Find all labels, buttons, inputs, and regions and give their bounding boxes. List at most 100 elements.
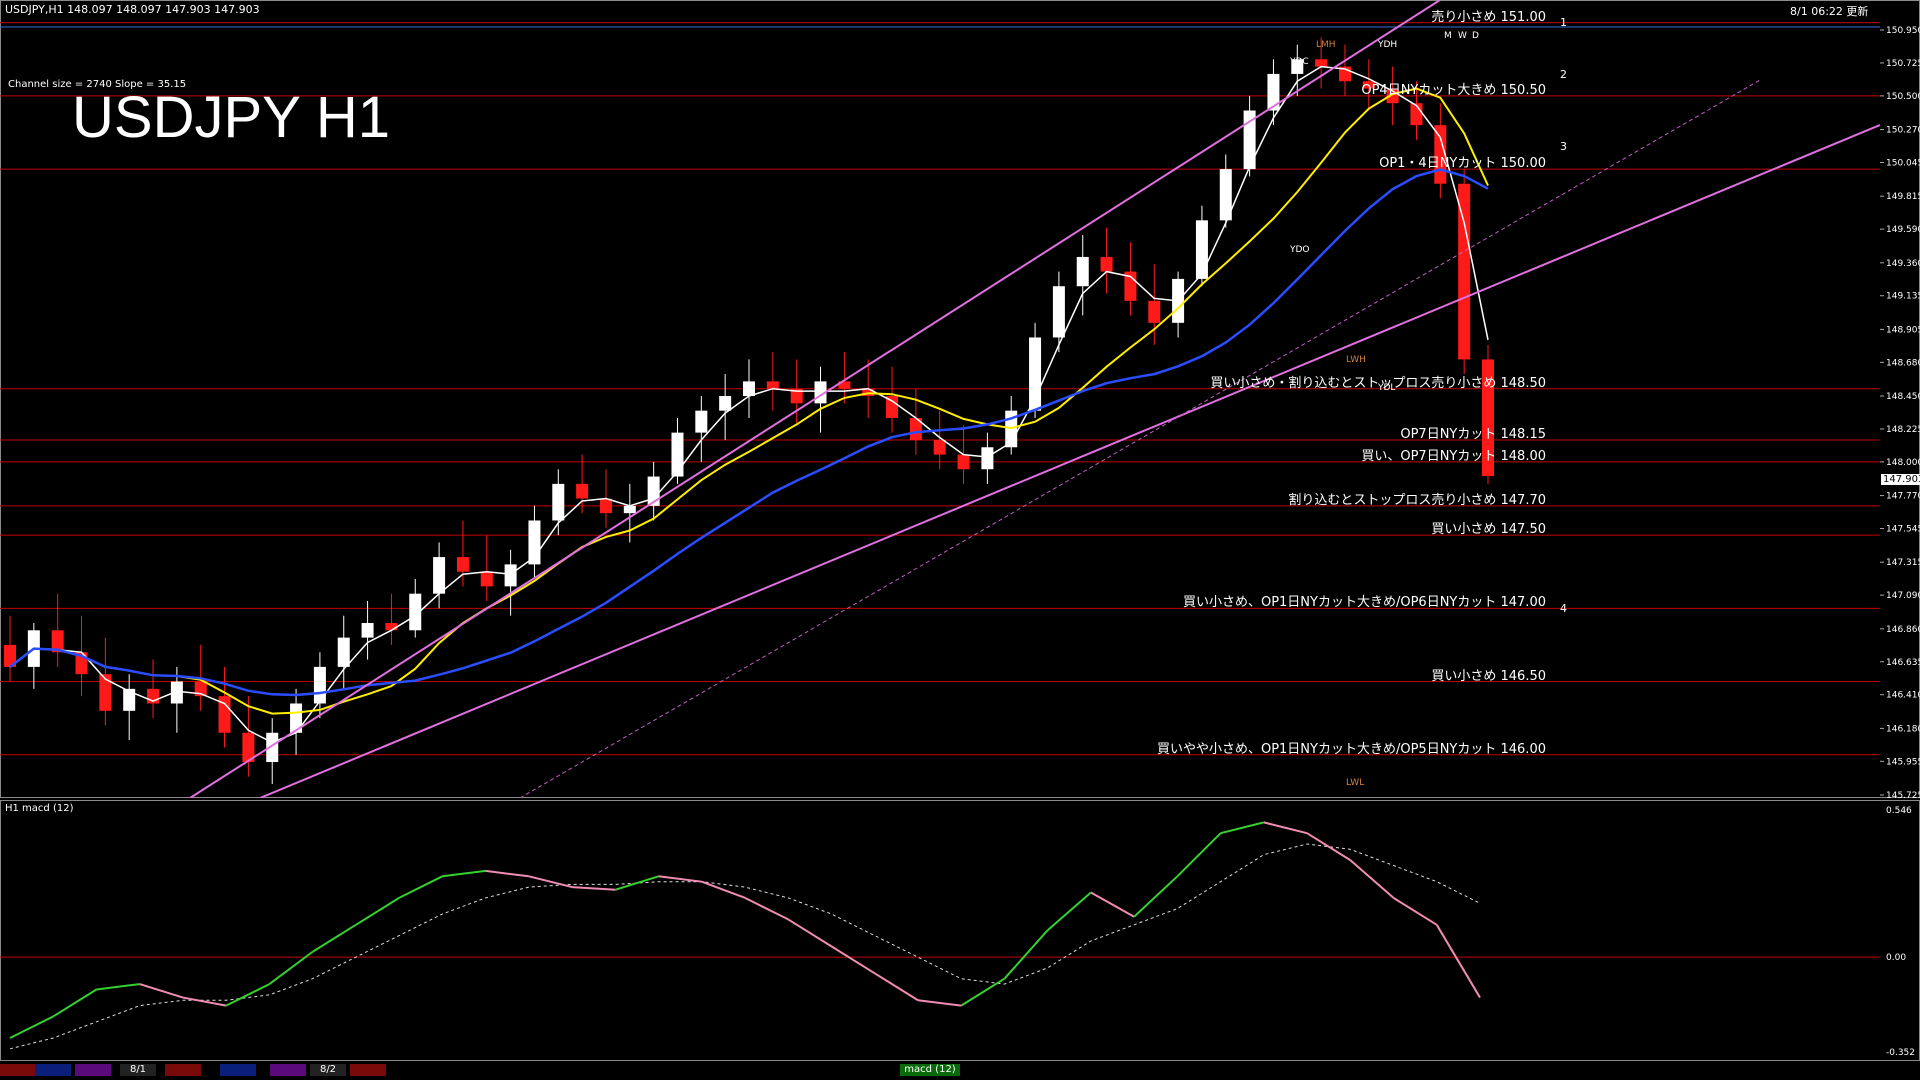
macd-segment <box>355 897 400 926</box>
ma-long-line <box>9 168 1489 697</box>
price-tick-label: 146.860 <box>1886 625 1920 635</box>
candle-body <box>552 483 565 521</box>
tab-4[interactable] <box>165 1064 201 1076</box>
price-tick-label: 146.635 <box>1886 658 1920 668</box>
candle-body <box>599 498 612 514</box>
price-tick-label: 146.180 <box>1886 724 1920 734</box>
macd-segment <box>787 918 832 948</box>
macd-segment <box>1220 821 1265 835</box>
macd-segment <box>268 950 314 985</box>
macd-tick-label: -0.352 <box>1886 1048 1915 1058</box>
price-tick-label: 150.270 <box>1886 126 1920 136</box>
price-tick-label: 150.045 <box>1886 159 1920 169</box>
price-tick-label: 145.725 <box>1886 791 1920 798</box>
macd-tick-label: 0.546 <box>1886 806 1912 816</box>
tab-3[interactable]: 8/1 <box>120 1064 156 1076</box>
candle-body <box>1267 73 1280 111</box>
candle-body <box>743 381 755 397</box>
candle-body <box>766 381 779 389</box>
price-tick-label: 146.410 <box>1886 691 1920 701</box>
macd-segment <box>614 875 659 891</box>
tab-0[interactable] <box>0 1064 36 1076</box>
level-label: 買い小さめ 146.50 <box>1431 668 1546 684</box>
candle-body <box>981 447 994 470</box>
macd-segment <box>1046 891 1092 931</box>
tab-2[interactable] <box>75 1064 111 1076</box>
macd-segment <box>1003 929 1049 980</box>
candle-body <box>1052 286 1065 338</box>
price-tick-label: 145.955 <box>1886 757 1920 767</box>
price-tick-label: 150.950 <box>1886 26 1920 36</box>
macd-segment <box>1435 924 1481 999</box>
tab-8[interactable] <box>350 1064 386 1076</box>
price-tick-label: 147.545 <box>1886 525 1920 535</box>
candle-body <box>1315 59 1328 67</box>
level-label: OP1・4日NYカット 150.00 <box>1379 156 1546 172</box>
candle-body <box>433 557 446 594</box>
macd-segment <box>1176 832 1222 878</box>
macd-segment <box>1090 891 1135 918</box>
candle-body <box>623 505 636 514</box>
marker-ydh: YDH <box>1377 40 1397 50</box>
chart-title: USDJPY H1 <box>72 85 391 150</box>
macd-title: H1 macd (12) <box>5 803 74 814</box>
macd-segment <box>744 896 789 921</box>
channel-number: 3 <box>1560 140 1567 153</box>
price-tick-label: 149.590 <box>1886 225 1920 235</box>
macd-segment <box>52 988 97 1018</box>
macd-segment <box>1349 859 1395 899</box>
candle-body <box>313 666 326 704</box>
candle-body <box>123 688 136 711</box>
level-label: 買いやや小さめ、OP1日NYカット大きめ/OP5日NYカット 146.00 <box>1156 741 1546 757</box>
macd-segment <box>225 983 270 1007</box>
macd-segment <box>1306 832 1351 861</box>
level-label: 買い小さめ・割り込むとストップロス売り小さめ 148.50 <box>1210 375 1546 391</box>
tab-9[interactable]: macd (12) <box>900 1064 960 1076</box>
macd-segment <box>874 972 919 1002</box>
macd-signal-line <box>9 843 1481 1050</box>
tab-1[interactable] <box>35 1064 71 1076</box>
level-label: 売り小さめ 151.00 <box>1431 9 1546 25</box>
macd-segment <box>485 869 529 878</box>
chart-stage: 1 2 3 4 YDC YDO YDH YDL LMH LWH LWL M W D 150.950 150.… <box>0 0 1920 1080</box>
candle-body <box>576 483 589 499</box>
tab-bar: 8/1 8/2 macd (12) <box>0 1062 1920 1080</box>
macd-segment <box>1133 875 1179 918</box>
macd-segment <box>658 875 702 883</box>
candle-body <box>337 637 350 667</box>
macd-segment <box>312 923 357 953</box>
tab-7[interactable]: 8/2 <box>310 1064 346 1076</box>
channel-line <box>519 79 1761 798</box>
marker-ydc: YDC <box>1289 57 1309 67</box>
price-tick-label: 148.000 <box>1886 458 1920 468</box>
macd-segment <box>701 880 746 899</box>
macd-segment <box>398 875 443 899</box>
macd-segment <box>571 886 616 891</box>
level-label: OP4日NYカット大きめ 150.50 <box>1361 82 1546 98</box>
marker-lmh: LMH <box>1316 40 1336 50</box>
tab-6[interactable] <box>270 1064 306 1076</box>
marker-lwh: LWH <box>1346 355 1366 365</box>
candle-body <box>1100 256 1113 272</box>
level-label: OP7日NYカット 148.15 <box>1400 426 1546 442</box>
level-label: 買い小さめ、OP1日NYカット大きめ/OP6日NYカット 147.00 <box>1182 595 1546 611</box>
tab-5[interactable] <box>220 1064 256 1076</box>
candle-body <box>933 439 946 455</box>
channel-number: 2 <box>1560 68 1567 81</box>
level-label: 割り込むとストップロス売り小さめ 147.70 <box>1288 492 1546 508</box>
price-tick-label: 148.450 <box>1886 392 1920 402</box>
macd-segment <box>917 999 962 1007</box>
level-label: 買い小さめ 147.50 <box>1431 522 1546 538</box>
price-tick-label: 149.135 <box>1886 292 1920 302</box>
macd-segment <box>442 869 486 878</box>
price-tick-label: 147.315 <box>1886 558 1920 568</box>
macd-segment <box>830 945 876 975</box>
candle-body <box>504 564 517 587</box>
macd-segment <box>960 977 1005 1007</box>
macd-segment <box>96 983 140 991</box>
candle-body <box>957 454 970 470</box>
candle-body <box>695 410 708 433</box>
candle-body <box>456 557 469 572</box>
macd-svg <box>0 821 1880 1050</box>
candle-body <box>719 396 732 411</box>
